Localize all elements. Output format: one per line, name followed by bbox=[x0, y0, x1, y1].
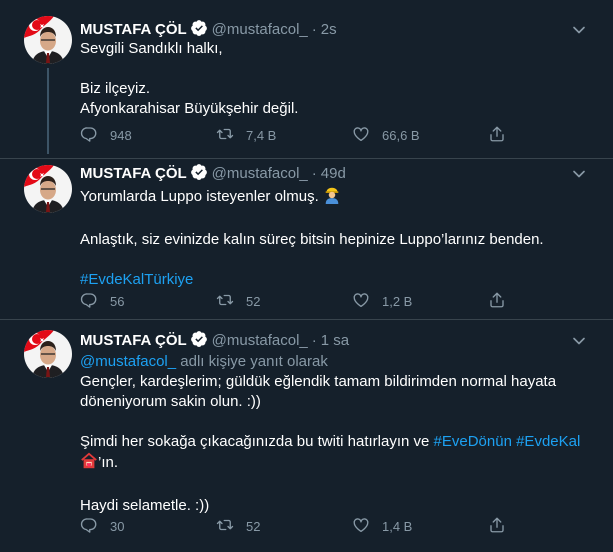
tweet-2[interactable]: MUSTAFA ÇÖL @mustafacol_ · 49d Yorumlarda L… bbox=[0, 159, 613, 319]
retweet-button[interactable]: 52 bbox=[216, 291, 260, 311]
chevron-down-icon[interactable] bbox=[569, 331, 589, 351]
hashtag-link[interactable]: #EveDönün bbox=[434, 433, 512, 450]
replying-to: @mustafacol_ adlı kişiye yanıt olarak bbox=[80, 352, 595, 372]
tweet-text: Sevgili Sandıklı halkı, Biz ilçeyiz. Afy… bbox=[80, 39, 595, 119]
reply-count: 948 bbox=[110, 127, 132, 143]
tweet-text: Yorumlarda Luppo isteyenler olmuş. Anlaş… bbox=[80, 186, 595, 290]
like-count: 1,4 B bbox=[382, 518, 413, 534]
hashtag-link[interactable]: #EvdeKalTürkiye bbox=[80, 271, 193, 288]
heart-icon bbox=[352, 125, 370, 146]
retweet-button[interactable]: 52 bbox=[216, 516, 260, 536]
share-icon bbox=[488, 125, 506, 146]
retweet-icon bbox=[216, 516, 234, 537]
reply-icon bbox=[80, 291, 98, 312]
verified-badge-icon bbox=[190, 330, 208, 354]
user-handle[interactable]: @mustafacol_ bbox=[212, 165, 308, 182]
tweet-line: Anlaştık, siz evinizde kalın süreç bitsi… bbox=[80, 231, 544, 248]
tweet-actions: 30 52 1,4 B bbox=[80, 516, 520, 536]
like-count: 66,6 B bbox=[382, 127, 420, 143]
like-button[interactable]: 66,6 B bbox=[352, 125, 420, 145]
tweet-line-text: Yorumlarda Luppo isteyenler olmuş. bbox=[80, 188, 319, 205]
reply-button[interactable]: 30 bbox=[80, 516, 124, 536]
avatar[interactable] bbox=[24, 330, 72, 378]
construction-worker-emoji bbox=[323, 186, 341, 210]
display-name[interactable]: MUSTAFA ÇÖL bbox=[80, 21, 187, 38]
hashtag-link[interactable]: #EvdeKal bbox=[516, 433, 580, 450]
tweet-line: Yorumlarda Luppo isteyenler olmuş. bbox=[80, 186, 595, 210]
tweet-text: @mustafacol_ adlı kişiye yanıt olarak Ge… bbox=[80, 352, 595, 516]
tweet-line: #EvdeKalTürkiye bbox=[80, 270, 595, 290]
user-handle[interactable]: @mustafacol_ bbox=[212, 332, 308, 349]
tweet-line: Şimdi her sokağa çıkacağınızda bu twiti … bbox=[80, 432, 595, 476]
like-button[interactable]: 1,4 B bbox=[352, 516, 412, 536]
tweet-actions: 948 7,4 B 66,6 B bbox=[80, 125, 520, 145]
separator-dot: · bbox=[311, 165, 317, 182]
display-name[interactable]: MUSTAFA ÇÖL bbox=[80, 165, 187, 182]
like-button[interactable]: 1,2 B bbox=[352, 291, 412, 311]
reply-icon bbox=[80, 125, 98, 146]
tweet-header: MUSTAFA ÇÖL @mustafacol_ · 1 sa bbox=[80, 330, 349, 350]
timestamp[interactable]: 1 sa bbox=[321, 332, 349, 349]
reply-button[interactable]: 56 bbox=[80, 291, 124, 311]
tweet-line: Sevgili Sandıklı halkı, bbox=[80, 40, 223, 57]
separator-dot: · bbox=[311, 21, 317, 38]
avatar[interactable] bbox=[24, 16, 72, 64]
user-handle[interactable]: @mustafacol_ bbox=[212, 21, 308, 38]
heart-icon bbox=[352, 291, 370, 312]
separator-dot: · bbox=[311, 332, 317, 349]
verified-badge-icon bbox=[190, 163, 208, 187]
tweet-line: Gençler, kardeşlerim; güldük eğlendik ta… bbox=[80, 373, 557, 410]
reply-count: 30 bbox=[110, 518, 125, 534]
timestamp[interactable]: 49d bbox=[321, 165, 346, 182]
retweet-icon bbox=[216, 291, 234, 312]
thread-line bbox=[47, 68, 49, 154]
retweet-icon bbox=[216, 125, 234, 146]
share-button[interactable] bbox=[488, 291, 506, 311]
tweet-line-text: Şimdi her sokağa çıkacağınızda bu twiti … bbox=[80, 433, 430, 450]
like-count: 1,2 B bbox=[382, 293, 413, 309]
share-button[interactable] bbox=[488, 125, 506, 145]
share-button[interactable] bbox=[488, 516, 506, 536]
retweet-button[interactable]: 7,4 B bbox=[216, 125, 276, 145]
replying-to-text: adlı kişiye yanıt olarak bbox=[180, 353, 328, 370]
avatar[interactable] bbox=[24, 165, 72, 213]
tweet-3[interactable]: MUSTAFA ÇÖL @mustafacol_ · 1 sa @mustafacol… bbox=[0, 320, 613, 552]
tweet-header: MUSTAFA ÇÖL @mustafacol_ · 2s bbox=[80, 19, 337, 39]
tweet-feed: MUSTAFA ÇÖL @mustafacol_ · 2s Sevgili Sandı… bbox=[0, 0, 613, 552]
tweet-line-text: ’ın. bbox=[98, 454, 119, 471]
reply-icon bbox=[80, 516, 98, 537]
tweet-header: MUSTAFA ÇÖL @mustafacol_ · 49d bbox=[80, 163, 346, 183]
mention-link[interactable]: @mustafacol_ bbox=[80, 353, 176, 370]
tweet-line: Haydi selametle. :)) bbox=[80, 497, 210, 514]
reply-count: 56 bbox=[110, 293, 125, 309]
chevron-down-icon[interactable] bbox=[569, 20, 589, 40]
retweet-count: 52 bbox=[246, 293, 261, 309]
tweet-actions: 56 52 1,2 B bbox=[80, 291, 520, 311]
retweet-count: 52 bbox=[246, 518, 261, 534]
tweet-1[interactable]: MUSTAFA ÇÖL @mustafacol_ · 2s Sevgili Sandı… bbox=[0, 0, 613, 158]
display-name[interactable]: MUSTAFA ÇÖL bbox=[80, 332, 187, 349]
chevron-down-icon[interactable] bbox=[569, 164, 589, 184]
house-with-heart-emoji bbox=[80, 452, 98, 476]
share-icon bbox=[488, 291, 506, 312]
tweet-line: Biz ilçeyiz. bbox=[80, 80, 151, 97]
heart-icon bbox=[352, 516, 370, 537]
retweet-count: 7,4 B bbox=[246, 127, 277, 143]
timestamp[interactable]: 2s bbox=[321, 21, 337, 38]
share-icon bbox=[488, 516, 506, 537]
tweet-line: Afyonkarahisar Büyükşehir değil. bbox=[80, 100, 299, 117]
reply-button[interactable]: 948 bbox=[80, 125, 132, 145]
